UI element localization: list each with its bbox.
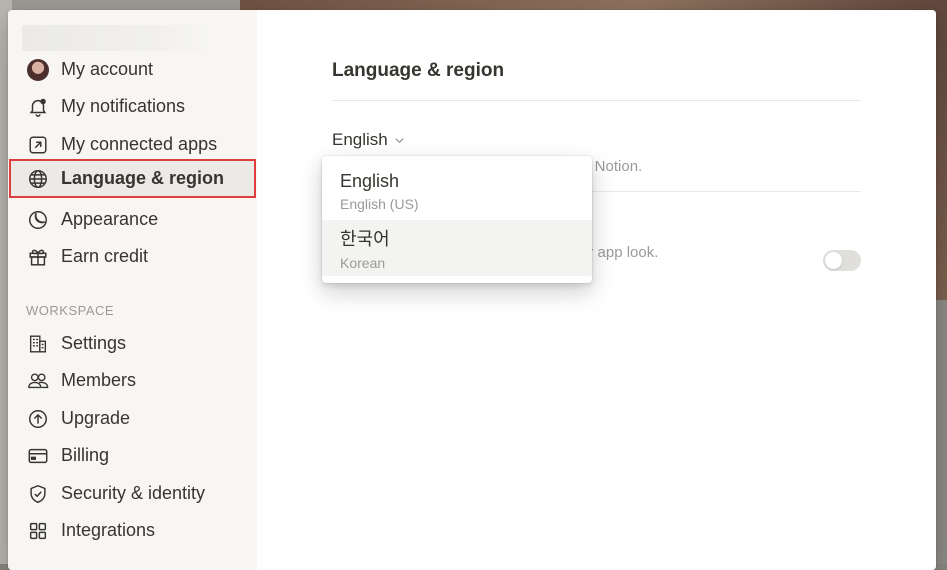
sidebar-item-label: Earn credit (61, 246, 149, 266)
settings-modal: My account My notifications My connected… (8, 10, 936, 570)
language-dropdown-menu: English English (US) 한국어 Korean (322, 156, 592, 283)
sidebar-item-label: Appearance (61, 209, 159, 229)
sidebar-item-label: Settings (61, 333, 127, 353)
sidebar-item-security-identity[interactable]: Security & identity (10, 475, 255, 512)
option-label: English (340, 171, 400, 191)
avatar (26, 58, 50, 82)
grid-icon (26, 519, 50, 543)
sidebar-item-billing[interactable]: Billing (10, 437, 255, 474)
sidebar-item-upgrade[interactable]: Upgrade (10, 400, 255, 437)
sidebar-item-label: Members (61, 370, 137, 390)
arrow-up-right-box-icon (26, 133, 50, 157)
language-select[interactable]: English (332, 130, 405, 150)
workspace-section-label: WORKSPACE (26, 303, 115, 318)
option-sublabel: English (US) (340, 196, 419, 212)
sidebar-item-label: My account (61, 59, 154, 79)
sidebar-item-members[interactable]: Members (10, 362, 255, 399)
credit-card-icon (26, 444, 50, 468)
sidebar-item-label: Integrations (61, 520, 156, 540)
sidebar-item-integrations[interactable]: Integrations (10, 512, 255, 549)
language-option-korean[interactable]: 한국어 Korean (322, 220, 592, 276)
sidebar-item-earn-credit[interactable]: Earn credit (10, 238, 255, 275)
arrow-up-circle-icon (26, 407, 50, 431)
moon-icon (26, 208, 50, 232)
settings-content: Language & region English th Notion. ur … (257, 10, 936, 570)
globe-icon (26, 167, 50, 191)
sidebar-item-my-account[interactable]: My account (10, 51, 255, 88)
sidebar-item-label: Security & identity (61, 483, 206, 503)
bell-icon (26, 95, 50, 119)
sidebar-item-label: Billing (61, 445, 110, 465)
user-name-placeholder (22, 25, 210, 51)
page-title: Language & region (332, 60, 505, 81)
sidebar-item-language-region[interactable]: Language & region (9, 159, 256, 198)
language-select-value: English (332, 130, 388, 149)
toggle-knob (825, 252, 842, 269)
sidebar-item-label: Language & region (61, 168, 225, 188)
sidebar-item-label: Upgrade (61, 408, 131, 428)
shield-check-icon (26, 482, 50, 506)
chevron-down-icon (395, 137, 404, 143)
language-option-english[interactable]: English English (US) (322, 156, 592, 212)
sidebar-item-settings[interactable]: Settings (10, 325, 255, 362)
gift-icon (26, 245, 50, 269)
settings-sidebar: My account My notifications My connected… (8, 10, 257, 570)
sidebar-item-my-notifications[interactable]: My notifications (10, 88, 255, 125)
sidebar-item-label: My connected apps (61, 134, 218, 154)
option-sublabel: Korean (340, 255, 386, 271)
sidebar-item-appearance[interactable]: Appearance (10, 201, 255, 238)
option-label: 한국어 (340, 229, 390, 249)
sidebar-item-label: My notifications (61, 96, 186, 116)
sidebar-item-my-connected-apps[interactable]: My connected apps (10, 126, 255, 163)
appearance-toggle[interactable] (823, 250, 861, 271)
divider (332, 100, 861, 101)
people-icon (26, 369, 50, 393)
building-icon (26, 332, 50, 356)
